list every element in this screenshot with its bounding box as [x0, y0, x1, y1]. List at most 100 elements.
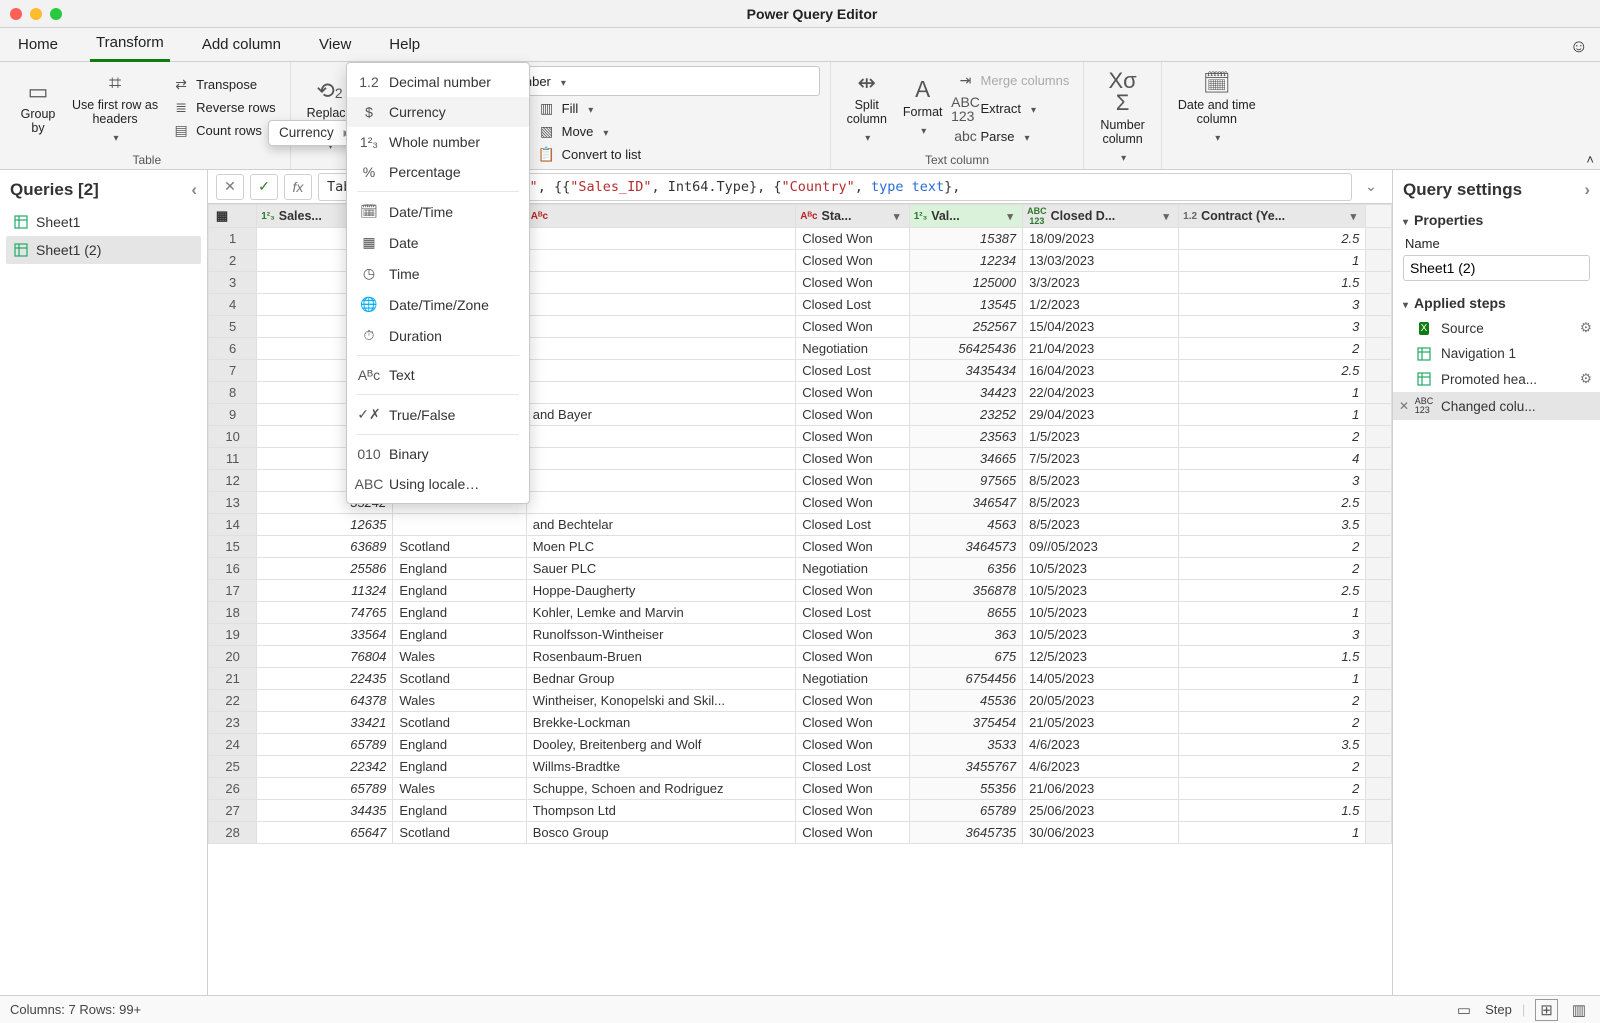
data-type-option-icon: ⏱: [359, 327, 379, 344]
table-row[interactable]: 2865647ScotlandBosco GroupClosed Won3645…: [209, 822, 1392, 844]
table-row[interactable]: 1412635and BechtelarClosed Lost45638/5/2…: [209, 514, 1392, 536]
data-type-option[interactable]: 🗓︎ Date/Time: [347, 196, 529, 227]
applied-step[interactable]: Promoted hea...⚙: [1393, 366, 1600, 392]
datetime-column-button[interactable]: 🗓︎ Date and time column: [1172, 68, 1262, 148]
query-item[interactable]: Sheet1 (2): [6, 236, 201, 264]
data-type-option[interactable]: 1.2 Decimal number: [347, 67, 529, 97]
formula-fx-button[interactable]: fx: [284, 174, 312, 200]
select-all-corner-icon[interactable]: ▦: [213, 208, 231, 224]
step-gear-icon[interactable]: ⚙: [1580, 371, 1592, 387]
applied-step[interactable]: ✕ABC123Changed colu...: [1393, 392, 1600, 420]
grid-view-icon[interactable]: ⊞: [1535, 999, 1558, 1021]
fill-button[interactable]: ▥ Fill: [534, 98, 645, 119]
query-name-input[interactable]: [1403, 255, 1590, 281]
table-row[interactable]: 1874765EnglandKohler, Lemke and MarvinCl…: [209, 602, 1392, 624]
move-button[interactable]: ▧ Move: [534, 121, 645, 142]
parse-icon: abc: [957, 129, 975, 143]
data-type-option[interactable]: ◷ Time: [347, 258, 529, 289]
data-type-option[interactable]: % Percentage: [347, 157, 529, 187]
split-column-icon: ⇹: [858, 72, 876, 94]
tab-help[interactable]: Help: [383, 30, 426, 61]
convert-to-list-button[interactable]: 📋 Convert to list: [534, 144, 645, 165]
parse-button[interactable]: abc Parse: [953, 127, 1074, 146]
table-row[interactable]: 2122435ScotlandBednar GroupNegotiation67…: [209, 668, 1392, 690]
table-row[interactable]: 1625586EnglandSauer PLCNegotiation635610…: [209, 558, 1392, 580]
step-gear-icon[interactable]: ⚙: [1580, 320, 1592, 336]
column-header-status[interactable]: AᴮᴄSta...▾: [796, 205, 908, 227]
queries-list: Sheet1 Sheet1 (2): [0, 208, 207, 995]
extract-button[interactable]: ABC123 Extract: [953, 93, 1074, 125]
data-type-option-icon: $: [359, 104, 379, 120]
group-by-button[interactable]: ▭ Group by: [14, 77, 62, 139]
use-first-row-as-headers-button[interactable]: ⌗ Use first row as headers: [66, 68, 164, 148]
data-type-option[interactable]: $ Currency: [347, 97, 529, 127]
formula-cancel-button[interactable]: ✕: [216, 174, 244, 200]
properties-section[interactable]: Properties: [1393, 208, 1600, 232]
table-row[interactable]: 2522342EnglandWillms-BradtkeClosed Lost3…: [209, 756, 1392, 778]
chevron-down-icon: [1119, 150, 1126, 164]
table-row[interactable]: 2465789EnglandDooley, Breitenberg and Wo…: [209, 734, 1392, 756]
table-row[interactable]: 1933564EnglandRunolfsson-WintheiserClose…: [209, 624, 1392, 646]
close-window-button[interactable]: [10, 8, 22, 20]
convert-to-list-icon: 📋: [538, 146, 556, 163]
step-type-icon: X: [1415, 322, 1433, 335]
format-icon: Ａ: [912, 79, 934, 101]
merge-columns-button[interactable]: ⇥ Merge columns: [953, 70, 1074, 91]
table-row[interactable]: 1711324EnglandHoppe-DaughertyClosed Won3…: [209, 580, 1392, 602]
column-header-closed-date[interactable]: ABC123Closed D...▾: [1023, 205, 1178, 227]
applied-step[interactable]: Navigation 1: [1393, 341, 1600, 366]
table-row[interactable]: 1563689ScotlandMoen PLCClosed Won3464573…: [209, 536, 1392, 558]
data-type-option[interactable]: ✓✗ True/False: [347, 399, 529, 430]
fill-icon: ▥: [538, 100, 556, 117]
step-view-icon[interactable]: ▭: [1453, 999, 1475, 1021]
data-type-option-icon: %: [359, 164, 379, 180]
table-icon: [14, 215, 28, 229]
tab-transform[interactable]: Transform: [90, 28, 170, 62]
tab-home[interactable]: Home: [12, 30, 64, 61]
table-row[interactable]: 2264378WalesWintheiser, Konopelski and S…: [209, 690, 1392, 712]
data-type-option[interactable]: ⏱ Duration: [347, 320, 529, 351]
number-column-icon: ΧσΣ: [1108, 70, 1136, 114]
data-type-option[interactable]: 1²₃ Whole number: [347, 127, 529, 157]
minimize-window-button[interactable]: [30, 8, 42, 20]
chevron-down-icon: [863, 130, 870, 144]
delete-step-icon[interactable]: ✕: [1399, 399, 1409, 413]
column-header-value[interactable]: 1²₃Val...▾: [910, 205, 1022, 227]
transpose-button[interactable]: ⇄ Transpose: [168, 74, 279, 95]
collapse-settings-icon[interactable]: ›: [1584, 180, 1590, 200]
tab-add-column[interactable]: Add column: [196, 30, 287, 61]
table-row[interactable]: 2665789WalesSchuppe, Schoen and Rodrigue…: [209, 778, 1392, 800]
table-row[interactable]: 2734435EnglandThompson LtdClosed Won6578…: [209, 800, 1392, 822]
column-profile-icon[interactable]: ▥: [1568, 999, 1590, 1021]
feedback-smile-icon[interactable]: ☺: [1570, 36, 1588, 57]
tab-view[interactable]: View: [313, 30, 357, 61]
data-type-option-icon: ✓✗: [359, 406, 379, 423]
number-column-button[interactable]: ΧσΣ Number column: [1094, 66, 1150, 168]
data-type-option[interactable]: ▦ Date: [347, 227, 529, 258]
formula-commit-button[interactable]: ✓: [250, 174, 278, 200]
reverse-rows-button[interactable]: ≣ Reverse rows: [168, 97, 279, 118]
split-column-button[interactable]: ⇹ Split column: [841, 68, 893, 148]
data-type-option[interactable]: Aᴮᴄ Text: [347, 360, 529, 390]
applied-steps-section[interactable]: Applied steps: [1393, 291, 1600, 315]
collapse-queries-icon[interactable]: ‹: [191, 180, 197, 200]
scrollbar-track[interactable]: [1366, 205, 1392, 228]
maximize-window-button[interactable]: [50, 8, 62, 20]
data-type-option[interactable]: 010 Binary: [347, 439, 529, 469]
status-bar: Columns: 7 Rows: 99+ ▭ Step | ⊞ ▥: [0, 995, 1600, 1023]
query-item[interactable]: Sheet1: [6, 208, 201, 236]
data-type-option[interactable]: 🌐 Date/Time/Zone: [347, 289, 529, 320]
data-type-option[interactable]: ABC Using locale…: [347, 469, 529, 499]
chevron-down-icon: [1020, 129, 1029, 144]
step-name-label: Navigation 1: [1441, 346, 1592, 361]
table-row[interactable]: 2076804WalesRosenbaum-BruenClosed Won675…: [209, 646, 1392, 668]
column-header-company[interactable]: Aᴮᴄ: [527, 205, 796, 227]
table-row[interactable]: 2333421ScotlandBrekke-LockmanClosed Won3…: [209, 712, 1392, 734]
count-rows-button[interactable]: ▤ Count rows: [168, 120, 279, 141]
formula-expand-button[interactable]: ⌄: [1358, 174, 1384, 200]
step-type-icon: [1415, 347, 1433, 361]
applied-step[interactable]: XSource⚙: [1393, 315, 1600, 341]
column-header-contract[interactable]: 1.2Contract (Ye...▾: [1179, 205, 1365, 227]
ribbon-expand-button[interactable]: ˄: [1586, 152, 1594, 167]
format-button[interactable]: Ａ Format: [897, 75, 949, 141]
